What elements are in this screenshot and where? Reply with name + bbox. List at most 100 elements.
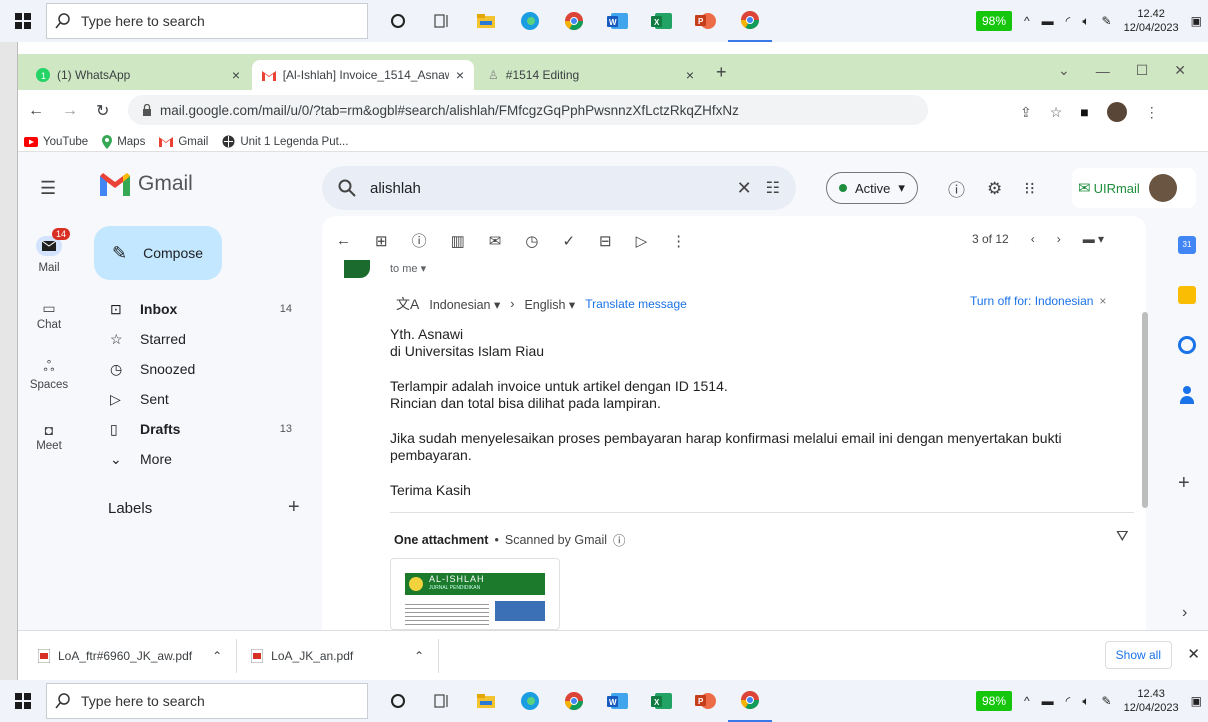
nav-sent[interactable]: ▷ Sent	[110, 384, 320, 414]
url-bar[interactable]: mail.google.com/mail/u/0/?tab=rm&ogbl#se…	[128, 95, 928, 125]
download-item[interactable]: LoA_ftr#6960_JK_aw.pdf ⌃	[18, 638, 238, 673]
expand-panel-icon[interactable]: ›	[1182, 604, 1187, 622]
edge-icon[interactable]	[508, 0, 552, 42]
mark-unread-icon[interactable]: ✉	[489, 232, 502, 250]
battery-indicator[interactable]: 98%	[976, 691, 1013, 711]
excel-icon[interactable]: X	[640, 0, 684, 42]
close-icon[interactable]: ×	[1099, 294, 1106, 308]
recipient-line[interactable]: to me ▾	[390, 262, 426, 275]
back-to-list-icon[interactable]: ←	[336, 232, 351, 249]
target-language-select[interactable]: English ▾	[524, 297, 575, 312]
volume-icon[interactable]: 🔈︎	[1082, 14, 1089, 29]
pen-icon[interactable]: ✎	[1102, 14, 1112, 28]
share-icon[interactable]: ⇪	[1020, 104, 1032, 121]
side-panel-icon[interactable]: ■	[1080, 104, 1088, 120]
cortana-icon[interactable]	[376, 680, 420, 722]
attachment-thumbnail[interactable]: AL-ISHLAH JURNAL PENDIDIKAN	[390, 558, 560, 630]
close-icon[interactable]: ×	[686, 67, 694, 83]
show-all-downloads-button[interactable]: Show all	[1104, 641, 1172, 669]
windows-start-icon[interactable]	[0, 0, 46, 42]
apps-grid-icon[interactable]: ⁝⁝	[1024, 179, 1035, 199]
snooze-icon[interactable]: ◷	[525, 232, 538, 250]
get-addons-button[interactable]: +	[1178, 472, 1190, 495]
reload-button[interactable]: ↻	[96, 101, 109, 121]
bookmark-maps[interactable]: Maps	[102, 134, 145, 149]
powerpoint-icon[interactable]: P	[684, 0, 728, 42]
word-icon[interactable]: W	[596, 680, 640, 722]
calendar-icon[interactable]: 31	[1178, 236, 1196, 254]
search-options-icon[interactable]: ☷	[766, 178, 780, 198]
tab-whatsapp[interactable]: 1 (1) WhatsApp ×	[26, 60, 250, 90]
info-icon[interactable]: ⓘ	[613, 530, 626, 549]
wifi-icon[interactable]: ◜	[1066, 694, 1071, 708]
nav-starred[interactable]: ☆ Starred	[110, 324, 320, 354]
volume-icon[interactable]: 🔈︎	[1082, 694, 1089, 709]
chevron-up-icon[interactable]: ⌃	[212, 649, 222, 663]
gmail-logo[interactable]: Gmail	[100, 172, 193, 196]
report-spam-icon[interactable]: ⓘ	[412, 230, 427, 251]
profile-avatar[interactable]	[1106, 102, 1127, 122]
settings-gear-icon[interactable]: ⚙	[987, 179, 1002, 199]
turn-off-translate[interactable]: Turn off for: Indonesian ×	[970, 294, 1106, 308]
contacts-icon[interactable]	[1180, 386, 1194, 404]
help-icon[interactable]: ⓘ	[948, 176, 965, 201]
task-view-icon[interactable]	[420, 680, 464, 722]
pen-icon[interactable]: ✎	[1102, 694, 1112, 708]
compose-button[interactable]: ✎ Compose	[94, 226, 222, 280]
delete-icon[interactable]: ▥	[451, 232, 465, 250]
tab-search-icon[interactable]: ⌄	[1058, 62, 1070, 79]
task-view-icon[interactable]	[420, 0, 464, 42]
excel-icon[interactable]: X	[640, 680, 684, 722]
network-icon[interactable]: ▬	[1042, 694, 1054, 708]
chrome-icon[interactable]	[552, 680, 596, 722]
minimize-button[interactable]: —	[1096, 63, 1110, 79]
new-tab-button[interactable]: +	[716, 62, 727, 83]
wifi-icon[interactable]: ◜	[1066, 14, 1071, 28]
more-icon[interactable]: ⋮	[671, 232, 686, 250]
source-language-select[interactable]: Indonesian ▾	[429, 297, 500, 312]
chevron-up-icon[interactable]: ⌃	[414, 649, 424, 663]
nav-snoozed[interactable]: ◷ Snoozed	[110, 354, 320, 384]
nav-drafts[interactable]: ▯ Drafts 13	[110, 414, 320, 444]
rail-chat[interactable]: ▭ Chat	[18, 300, 80, 331]
translate-message-link[interactable]: Translate message	[585, 297, 687, 311]
scrollbar-thumb[interactable]	[1142, 312, 1148, 508]
add-task-icon[interactable]: ✓	[562, 232, 575, 250]
battery-indicator[interactable]: 98%	[976, 11, 1013, 31]
input-tools-icon[interactable]: ▬ ▾	[1083, 232, 1104, 246]
close-downloads-icon[interactable]: ✕	[1187, 645, 1200, 663]
file-explorer-icon[interactable]	[464, 0, 508, 42]
edge-icon[interactable]	[508, 680, 552, 722]
older-icon[interactable]: ›	[1057, 232, 1061, 246]
network-icon[interactable]: ▬	[1042, 14, 1054, 28]
chevron-up-icon[interactable]: ^	[1024, 694, 1030, 708]
tab-editing[interactable]: ♙ #1514 Editing ×	[478, 60, 704, 90]
mail-search-bar[interactable]: alishlah ✕ ☷	[322, 166, 796, 210]
add-label-button[interactable]: +	[288, 496, 300, 519]
clock[interactable]: 12.43 12/04/2023	[1124, 687, 1179, 715]
taskbar-search-box[interactable]: Type here to search	[46, 683, 368, 719]
move-to-icon[interactable]: ⊟	[599, 232, 612, 250]
powerpoint-icon[interactable]: P	[684, 680, 728, 722]
clock[interactable]: 12.42 12/04/2023	[1124, 7, 1179, 35]
chrome-icon[interactable]	[552, 0, 596, 42]
taskbar-search-box[interactable]: Type here to search	[46, 3, 368, 39]
rail-meet[interactable]: ◘ Meet	[18, 422, 80, 452]
bookmark-unit1[interactable]: Unit 1 Legenda Put...	[222, 135, 348, 148]
status-button[interactable]: Active ▾	[826, 172, 918, 204]
windows-start-icon[interactable]	[0, 680, 46, 722]
bookmark-gmail[interactable]: Gmail	[159, 136, 208, 148]
notification-icon[interactable]: ▣	[1191, 694, 1202, 708]
keep-icon[interactable]	[1178, 286, 1196, 304]
rail-mail[interactable]: 14 Mail	[18, 228, 80, 274]
close-icon[interactable]: ×	[456, 67, 464, 83]
clear-search-icon[interactable]: ✕	[737, 178, 752, 199]
menu-icon[interactable]: ⋮	[1145, 104, 1159, 121]
file-explorer-icon[interactable]	[464, 680, 508, 722]
tab-invoice[interactable]: [Al-Ishlah] Invoice_1514_Asnawi ×	[252, 60, 474, 90]
chrome-icon[interactable]	[728, 0, 772, 42]
close-window-button[interactable]: ✕	[1174, 62, 1186, 79]
bookmark-youtube[interactable]: YouTube	[24, 136, 88, 148]
maximize-button[interactable]: ☐	[1136, 62, 1149, 79]
chevron-up-icon[interactable]: ^	[1024, 14, 1030, 28]
